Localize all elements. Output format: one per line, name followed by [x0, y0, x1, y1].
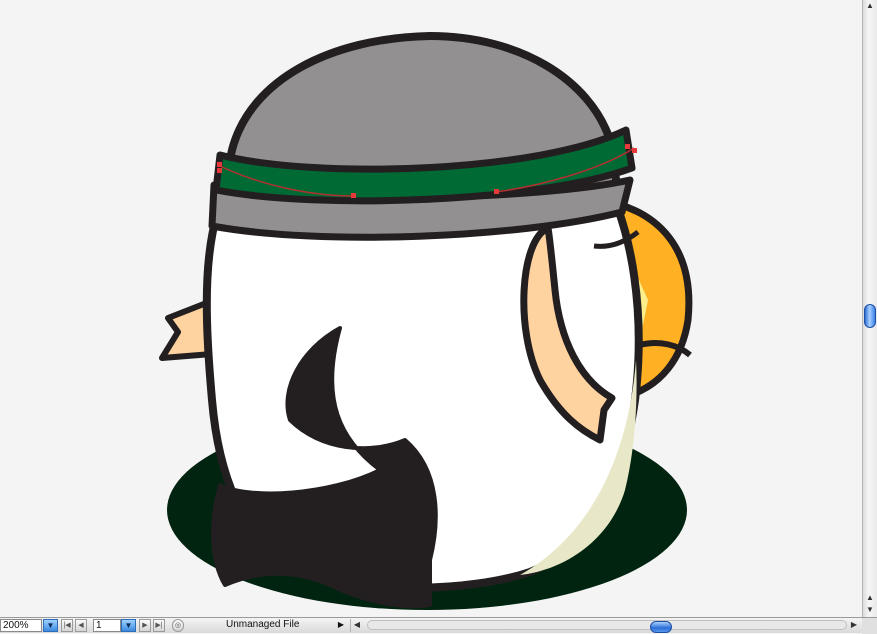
scroll-up-icon[interactable]: ▲ [863, 0, 877, 12]
scroll-left-icon[interactable]: ◀ [351, 619, 363, 631]
horizontal-scrollbar[interactable]: ◀ ▶ [350, 619, 860, 633]
page-tool-icon[interactable]: ◎ [172, 619, 184, 632]
horizontal-scroll-thumb[interactable] [650, 621, 672, 633]
scroll-right-icon[interactable]: ▶ [848, 619, 860, 631]
zoom-dropdown-icon[interactable]: ▼ [43, 619, 58, 632]
anchor-point[interactable] [494, 189, 499, 194]
zoom-field[interactable]: 200% [0, 619, 42, 632]
anchor-point[interactable] [625, 144, 630, 149]
horizontal-scroll-track[interactable] [367, 620, 847, 633]
page-dropdown-icon[interactable]: ▼ [121, 619, 136, 632]
anchor-point[interactable] [217, 162, 222, 167]
vertical-scroll-thumb[interactable] [864, 304, 876, 328]
window-resize-corner[interactable] [862, 618, 877, 634]
artboard-canvas[interactable] [0, 0, 862, 617]
artwork[interactable] [0, 0, 862, 617]
first-page-icon[interactable]: |◀ [61, 619, 73, 632]
scroll-down-icon[interactable]: ▼ [863, 604, 877, 616]
anchor-point[interactable] [217, 168, 222, 173]
document-status[interactable]: Unmanaged File [226, 619, 336, 632]
page-number-field[interactable]: 1 [93, 619, 121, 632]
anchor-point[interactable] [351, 193, 356, 198]
prev-page-icon[interactable]: ◀ [75, 619, 87, 632]
next-page-icon[interactable]: ▶ [139, 619, 151, 632]
anchor-point[interactable] [632, 148, 637, 153]
vertical-scrollbar[interactable]: ▲ ▲ ▼ [862, 0, 877, 617]
status-bar: 200% ▼ |◀ ◀ 1 ▼ ▶ ▶| ◎ Unmanaged File ▶ … [0, 617, 877, 634]
scroll-up-icon[interactable]: ▲ [863, 592, 877, 604]
last-page-icon[interactable]: ▶| [153, 619, 165, 632]
status-menu-icon[interactable]: ▶ [336, 619, 346, 632]
